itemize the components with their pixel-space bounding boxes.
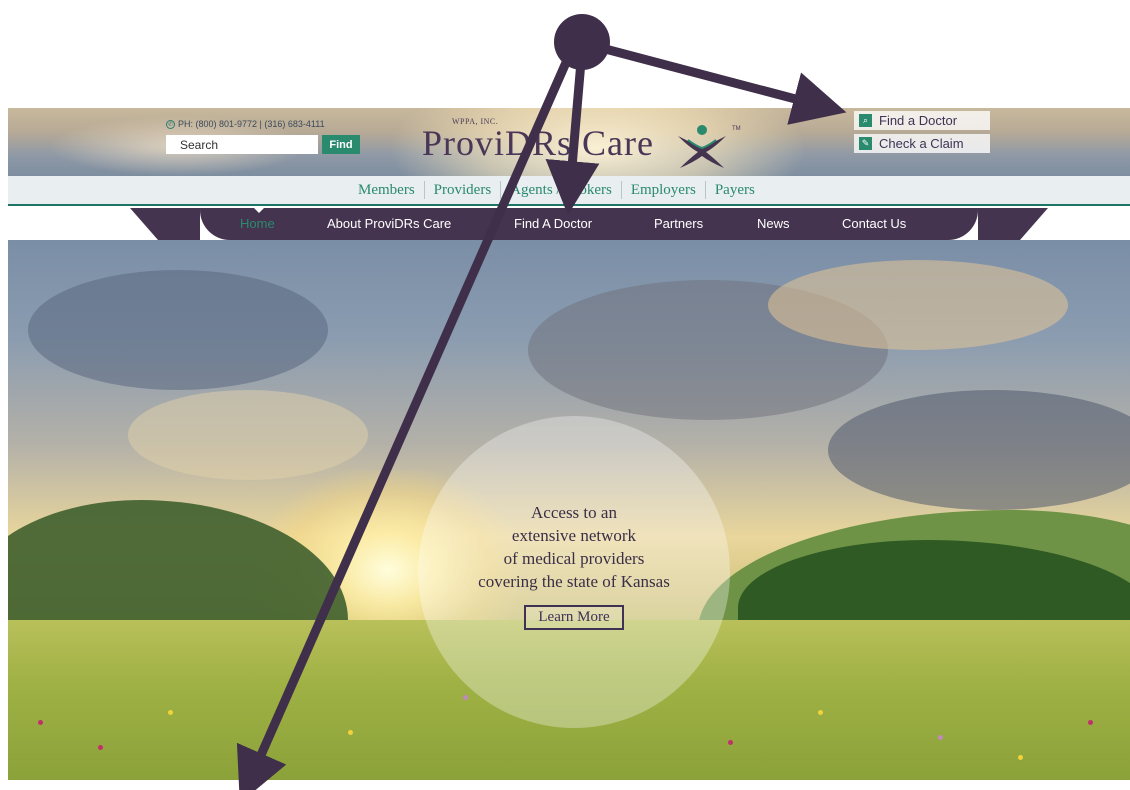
annotation-origin-dot [554, 14, 610, 70]
nav-about[interactable]: About ProviDRs Care [327, 208, 451, 240]
logo-x-icon [678, 125, 726, 168]
search-bar: Find [166, 135, 360, 154]
subnav-providers[interactable]: Providers [423, 181, 501, 199]
nav-find-a-doctor[interactable]: Find A Doctor [514, 208, 592, 240]
phone-icon: ✆ [166, 119, 175, 129]
edit-icon: ✎ [859, 137, 872, 150]
website: ✆ PH: (800) 801-9772 | (316) 683-4111 Fi… [8, 108, 1130, 780]
find-a-doctor-link[interactable]: ⌕ Find a Doctor [854, 111, 990, 130]
nav-contact-us[interactable]: Contact Us [842, 208, 906, 240]
learn-more-button[interactable]: Learn More [524, 604, 624, 630]
phone-info: ✆ PH: (800) 801-9772 | (316) 683-4111 [166, 119, 325, 129]
hero-callout: Access to an extensive network of medica… [418, 416, 730, 728]
subnav-payers[interactable]: Payers [704, 181, 764, 199]
hero-banner: Access to an extensive network of medica… [8, 240, 1130, 780]
callout-text: Access to an extensive network of medica… [478, 501, 670, 593]
check-a-claim-link[interactable]: ✎ Check a Claim [854, 134, 990, 153]
audience-nav: Members Providers Agents / Brokers Emplo… [8, 176, 1130, 206]
logo-wordmark: ProviDRs Care [422, 123, 654, 163]
callout-line: extensive network [511, 525, 637, 545]
arrow-to-find-a-doctor [589, 41, 847, 125]
subnav-employers[interactable]: Employers [620, 181, 705, 199]
find-button[interactable]: Find [322, 135, 360, 154]
search-input[interactable] [166, 135, 318, 154]
subnav-members[interactable]: Members [349, 181, 424, 199]
providrs-care-logo[interactable]: WPPA, INC. ProviDRs Care TM [422, 112, 742, 174]
callout-line: of medical providers [503, 548, 645, 568]
logo-trademark: TM [732, 126, 741, 132]
main-nav: Home About ProviDRs Care Find A Doctor P… [130, 208, 1048, 240]
subnav-agents-brokers[interactable]: Agents / Brokers [500, 181, 621, 199]
search-doc-icon: ⌕ [859, 114, 872, 127]
check-a-claim-label: Check a Claim [879, 136, 964, 151]
nav-partners[interactable]: Partners [654, 208, 703, 240]
site-header: ✆ PH: (800) 801-9772 | (316) 683-4111 Fi… [8, 108, 1130, 176]
find-a-doctor-label: Find a Doctor [879, 113, 958, 128]
nav-home[interactable]: Home [240, 208, 275, 240]
nav-news[interactable]: News [757, 208, 790, 240]
quick-links: ⌕ Find a Doctor ✎ Check a Claim [854, 111, 990, 153]
callout-line: Access to an [531, 502, 617, 522]
callout-line: covering the state of Kansas [478, 571, 670, 591]
phone-text: PH: (800) 801-9772 | (316) 683-4111 [178, 119, 325, 129]
